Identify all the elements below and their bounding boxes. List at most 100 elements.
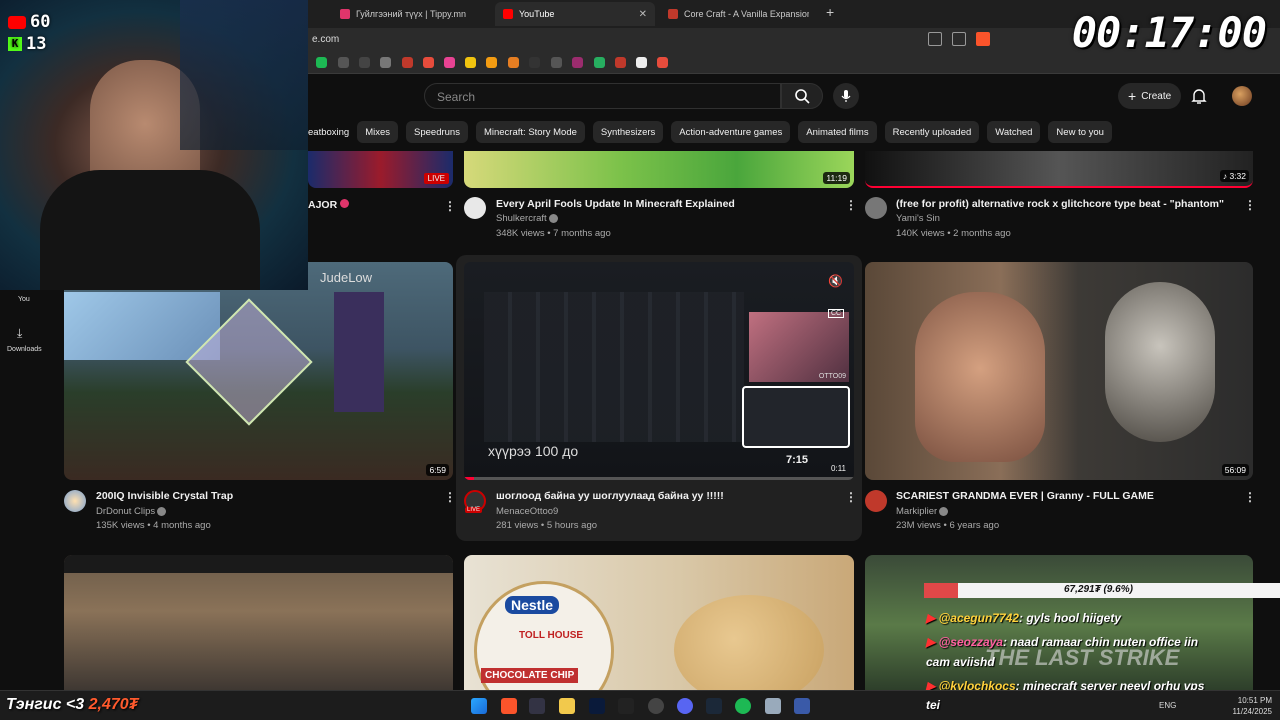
chip-animated-films[interactable]: Animated films — [798, 121, 877, 143]
cast-icon[interactable] — [928, 32, 942, 46]
app-icon[interactable] — [529, 698, 545, 714]
video-thumbnail[interactable]: JudeLow 6:59 — [64, 262, 453, 480]
channel-name[interactable]: Markiplier — [896, 506, 949, 517]
obs-icon[interactable] — [648, 698, 664, 714]
bookmark-icon[interactable] — [636, 57, 647, 68]
start-icon[interactable] — [471, 698, 487, 714]
voice-search-button[interactable] — [833, 83, 859, 109]
url-field[interactable]: e.com — [312, 34, 339, 45]
chip-mixes[interactable]: Mixes — [357, 121, 399, 143]
search-input[interactable]: Search — [424, 83, 781, 109]
tab-label: YouTube — [519, 9, 555, 19]
photoshop-icon[interactable] — [589, 698, 605, 714]
seek-preview-frame — [742, 386, 850, 448]
bookmark-icon[interactable] — [657, 57, 668, 68]
nestle-tub: Nestle TOLL HOUSE CHOCOLATE CHIP — [474, 581, 614, 695]
bookmark-spotify-icon[interactable] — [316, 57, 327, 68]
live-app-icon[interactable] — [618, 698, 634, 714]
chat-overlay: ▶ @acegun7742: gyls hool hiigety ▶ @seoz… — [922, 583, 1280, 693]
channel-name[interactable]: Yami's Sin — [896, 213, 940, 224]
channel-avatar[interactable] — [64, 490, 86, 512]
chip-minecraft-story-mode[interactable]: Minecraft: Story Mode — [475, 121, 585, 143]
bookmark-icon[interactable] — [359, 57, 370, 68]
system-clock[interactable]: 10:51 PM 11/24/2025 — [1233, 695, 1272, 717]
tab-youtube[interactable]: YouTube ✕ — [495, 2, 655, 26]
more-actions-icon[interactable]: ⋮ — [1244, 198, 1256, 212]
bookmark-icon[interactable] — [380, 57, 391, 68]
brave-browser-icon[interactable] — [501, 698, 517, 714]
video-thumbnail[interactable]: LIVE — [308, 151, 453, 188]
chat-text: cam aviishd — [926, 655, 995, 669]
mute-icon[interactable]: 🔇 — [828, 274, 843, 288]
discord-icon[interactable] — [677, 698, 693, 714]
more-actions-icon[interactable]: ⋮ — [845, 490, 857, 504]
bookmark-icon[interactable] — [338, 57, 349, 68]
channel-name[interactable]: MenaceOttoo9 — [496, 506, 558, 517]
channel-avatar[interactable] — [464, 197, 486, 219]
app-icon[interactable] — [794, 698, 810, 714]
bookmark-icon[interactable] — [529, 57, 540, 68]
tab-tippy[interactable]: Гуйлгээний түүх | Tippy.mn — [332, 2, 492, 26]
more-actions-icon[interactable]: ⋮ — [1244, 490, 1256, 504]
create-button[interactable]: + Create — [1118, 83, 1182, 109]
notepad-icon[interactable] — [765, 698, 781, 714]
captions-button[interactable]: CC — [828, 309, 845, 318]
chip-watched[interactable]: Watched — [987, 121, 1041, 143]
channel-avatar[interactable] — [865, 197, 887, 219]
bookmark-icon[interactable] — [572, 57, 583, 68]
file-explorer-icon[interactable] — [559, 698, 575, 714]
progress-track[interactable] — [464, 477, 854, 480]
video-thumbnail[interactable] — [64, 555, 453, 695]
bookmark-icon[interactable] — [508, 57, 519, 68]
sidebar-item-downloads[interactable]: Downloads — [7, 346, 42, 353]
bookmark-icon[interactable] — [615, 57, 626, 68]
video-thumbnail[interactable]: Nestle TOLL HOUSE CHOCOLATE CHIP — [464, 555, 854, 695]
video-caption-text: хүүрээ 100 до — [488, 443, 579, 459]
channel-name[interactable]: Shulkercraft — [496, 213, 558, 224]
video-thumbnail[interactable]: ♪ 3:32 — [865, 151, 1253, 188]
more-actions-icon[interactable]: ⋮ — [444, 490, 456, 504]
bookmark-icon[interactable] — [551, 57, 562, 68]
bookmark-icon[interactable] — [423, 57, 434, 68]
sidebar-item-you[interactable]: You — [18, 296, 30, 303]
chat-username: @seozzaya — [938, 635, 1003, 649]
search-button[interactable] — [781, 83, 823, 109]
new-tab-button[interactable]: + — [826, 4, 834, 20]
video-title[interactable]: Every April Fools Update In Minecraft Ex… — [496, 198, 735, 210]
channel-avatar[interactable] — [865, 490, 887, 512]
brave-shield-icon[interactable] — [976, 32, 990, 46]
chip-action-adventure[interactable]: Action-adventure games — [671, 121, 791, 143]
chip-speedruns[interactable]: Speedruns — [406, 121, 468, 143]
video-thumbnail[interactable]: 11:19 — [464, 151, 854, 188]
video-title[interactable]: SCARIEST GRANDMA EVER | Granny - FULL GA… — [896, 490, 1154, 502]
share-icon[interactable] — [952, 32, 966, 46]
more-actions-icon[interactable]: ⋮ — [845, 198, 857, 212]
chip-beatboxing[interactable]: eatboxing — [308, 121, 349, 143]
video-title[interactable]: AJOR — [308, 199, 350, 211]
account-avatar[interactable] — [1232, 86, 1252, 106]
chip-new-to-you[interactable]: New to you — [1048, 121, 1112, 143]
language-indicator[interactable]: ENG — [1159, 701, 1176, 710]
video-title[interactable]: 200IQ Invisible Crystal Trap — [96, 490, 233, 502]
chat-message: cam aviishd — [926, 655, 995, 669]
channel-name[interactable]: DrDonut Clips — [96, 506, 167, 517]
steam-icon[interactable] — [706, 698, 722, 714]
video-title[interactable]: (free for profit) alternative rock x gli… — [896, 198, 1224, 210]
close-icon[interactable]: ✕ — [639, 9, 647, 20]
spotify-icon[interactable] — [735, 698, 751, 714]
tab-corecraft[interactable]: Core Craft - A Vanilla Expansion - Mi — [660, 2, 820, 26]
bookmark-icon[interactable] — [402, 57, 413, 68]
chip-recently-uploaded[interactable]: Recently uploaded — [884, 121, 980, 143]
bookmark-icon[interactable] — [465, 57, 476, 68]
video-thumbnail[interactable]: 56:09 — [865, 262, 1253, 480]
chip-synthesizers[interactable]: Synthesizers — [592, 121, 664, 143]
inline-preview-player[interactable]: OTTO09 CC 🔇 7:15 хүүрээ 100 до 0:11 — [464, 262, 854, 480]
bookmark-icon[interactable] — [594, 57, 605, 68]
bookmark-icon[interactable] — [444, 57, 455, 68]
more-actions-icon[interactable]: ⋮ — [444, 199, 456, 213]
video-title[interactable]: шоглоод байна уу шоглуулаад байна уу !!!… — [496, 490, 724, 502]
bookmark-icon[interactable] — [486, 57, 497, 68]
channel-avatar[interactable]: LIVE — [464, 490, 486, 513]
video-duration: ♪ 3:32 — [1219, 170, 1249, 182]
notifications-button[interactable] — [1191, 87, 1207, 110]
